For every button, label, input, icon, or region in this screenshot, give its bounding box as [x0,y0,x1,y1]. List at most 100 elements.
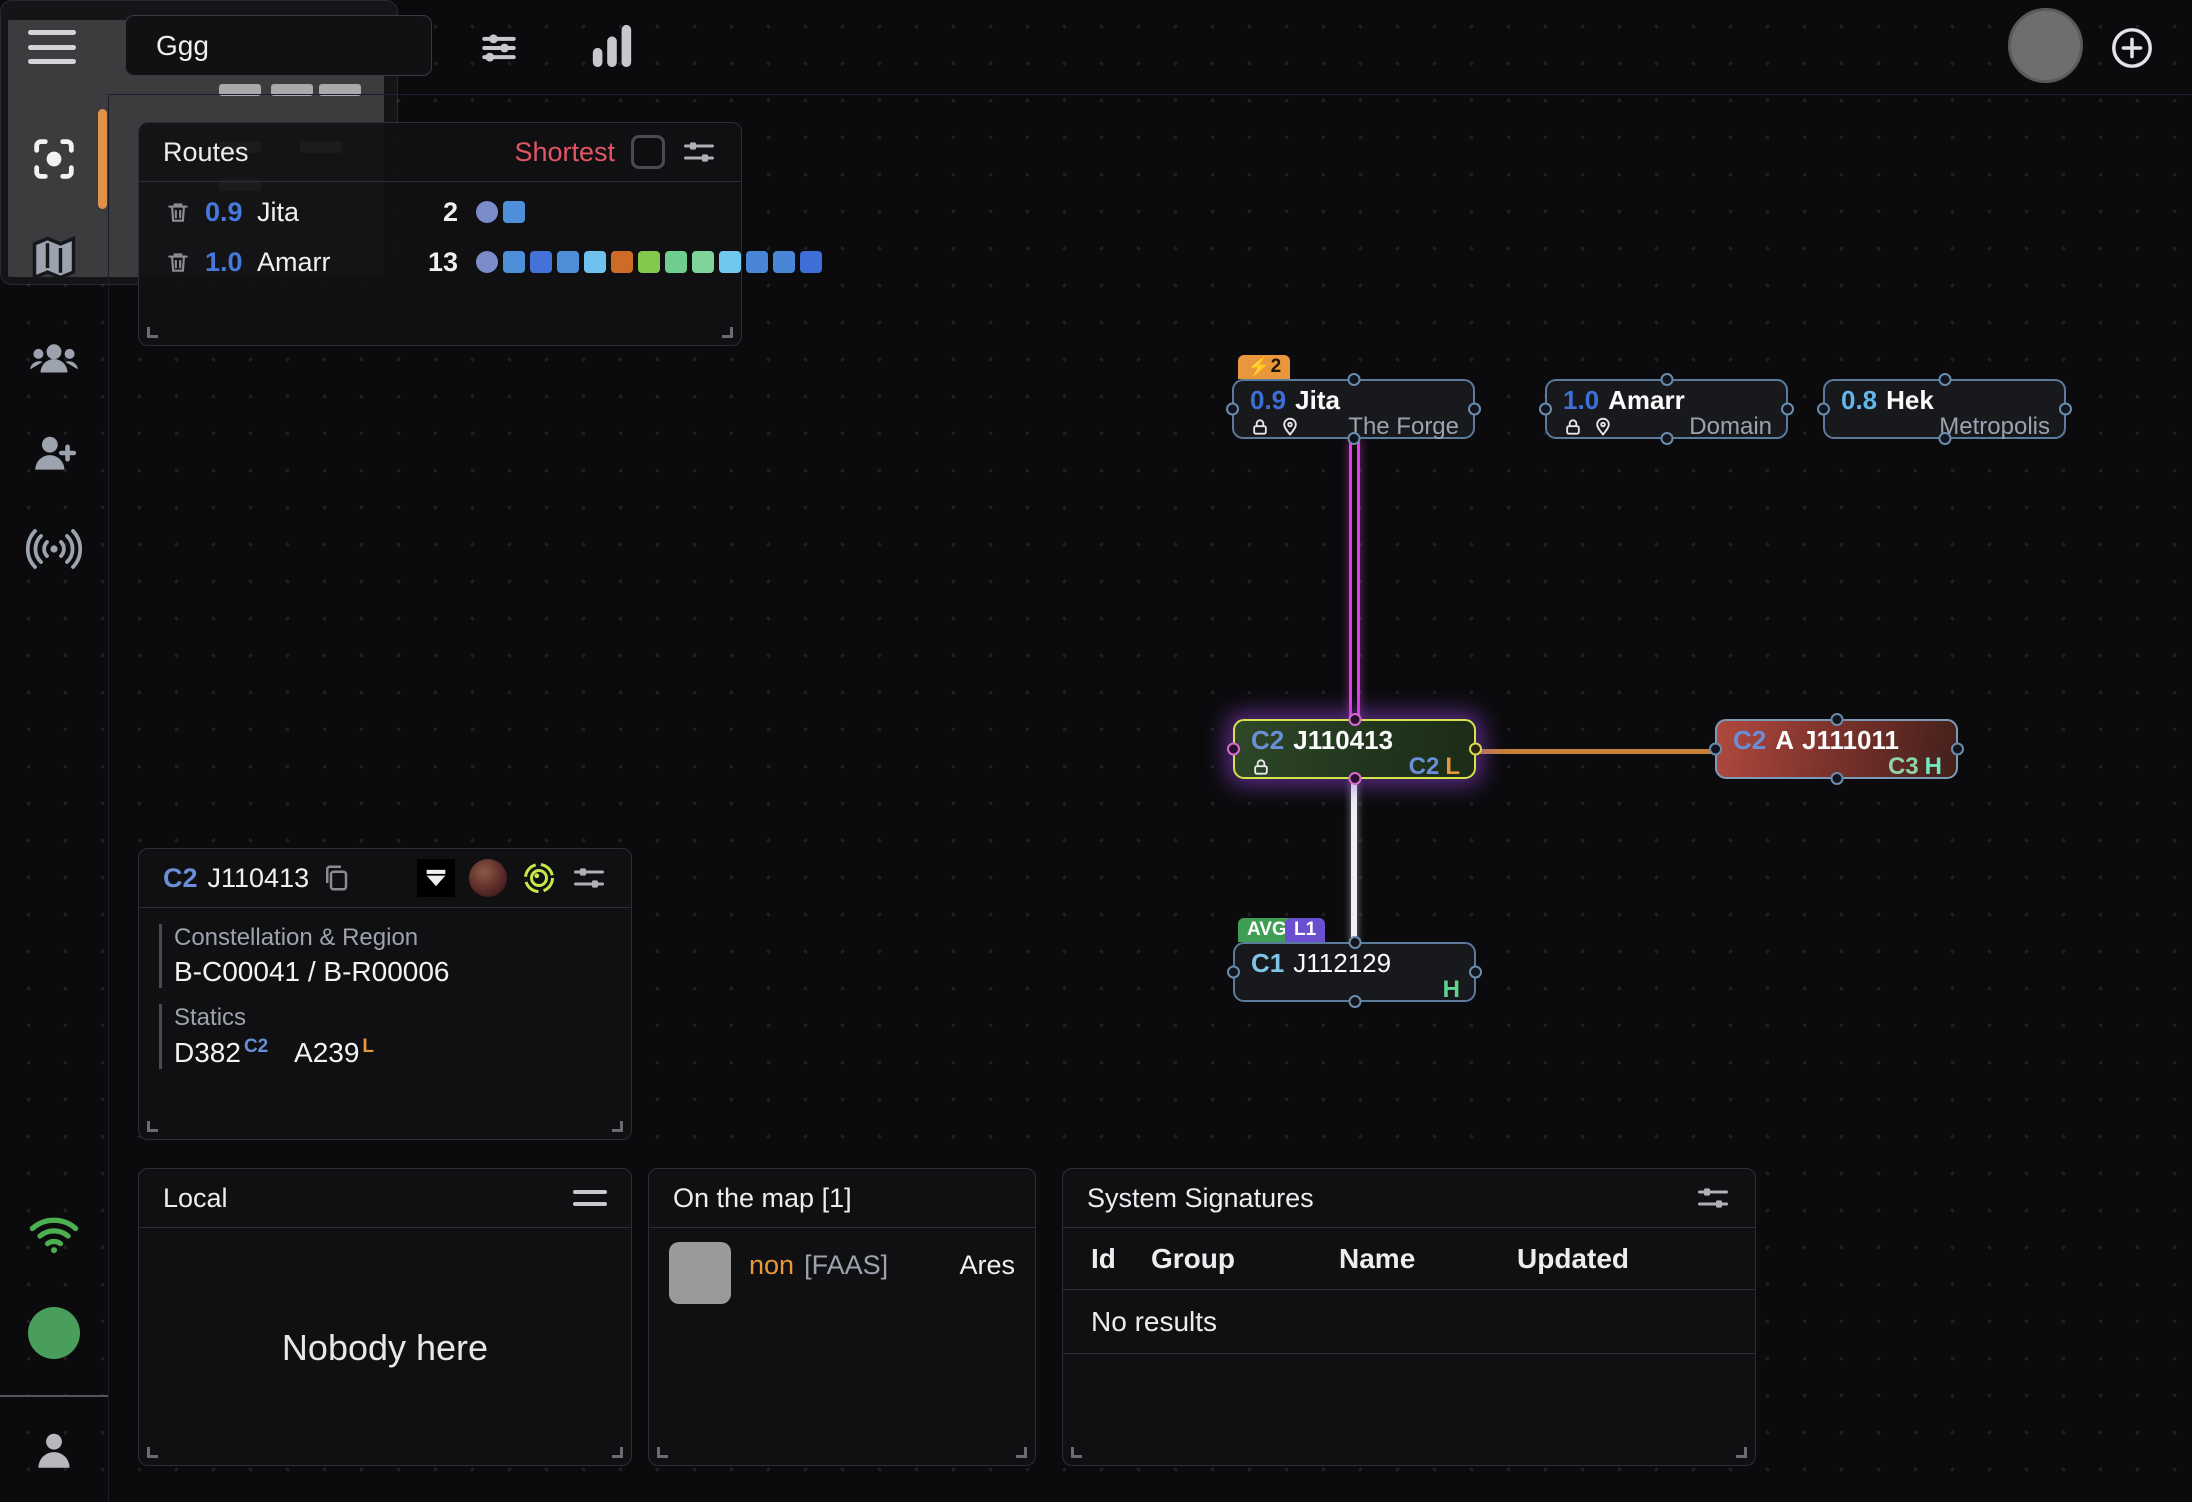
node-handle-bottom[interactable] [1830,772,1843,785]
node-handle-left[interactable] [1817,403,1830,416]
node-handle-left[interactable] [1227,966,1240,979]
node-handle-right[interactable] [1469,966,1482,979]
edge-j110413-j112129[interactable] [1351,779,1357,944]
column-group[interactable]: Group [1151,1243,1339,1275]
node-handle-top[interactable] [1348,713,1361,726]
sidebar-item-add-pilot[interactable] [0,428,108,478]
node-handle-top[interactable] [1830,713,1843,726]
target-spiral-icon[interactable] [521,860,557,896]
map-node-j111011[interactable]: C2 A J111011 C3 H [1715,719,1958,779]
signatures-settings-icon[interactable] [1695,1180,1731,1216]
node-handle-top[interactable] [1347,373,1360,386]
node-handle-right[interactable] [1951,743,1964,756]
static-entry: A239L [294,1037,374,1068]
info-settings-icon[interactable] [571,860,607,896]
resize-corner[interactable] [1071,1447,1082,1458]
sidebar-item-broadcast[interactable] [0,525,108,573]
node-handle-bottom[interactable] [1348,995,1361,1008]
effect-icon[interactable] [417,859,455,897]
map-node-j112129[interactable]: C1 J112129 H [1233,942,1476,1002]
system-signatures-panel: System Signatures Id Group Name Updated … [1062,1168,1756,1466]
column-id[interactable]: Id [1063,1243,1151,1275]
add-character-icon[interactable] [2108,24,2156,72]
node-handle-bottom[interactable] [1348,772,1361,785]
sidebar-item-characters[interactable] [0,333,108,383]
node-handle-right[interactable] [1468,403,1481,416]
wormhole-class: C2 [1733,725,1766,755]
resize-corner[interactable] [1736,1447,1747,1458]
user-avatar[interactable] [2008,8,2083,83]
node-handle-bottom[interactable] [1938,432,1951,445]
node-handle-left[interactable] [1709,743,1722,756]
map-select[interactable]: Ggg [125,15,432,76]
person-icon [29,1425,79,1475]
pilot-row[interactable]: non [FAAS] Ares [649,1228,1035,1304]
route-row-amarr[interactable]: 1.0 Amarr 13 [165,242,741,282]
resize-corner[interactable] [612,1121,623,1132]
map-node-hek[interactable]: 0.8 Hek Metropolis [1823,379,2066,439]
column-updated[interactable]: Updated [1517,1243,1629,1275]
node-handle-left[interactable] [1539,403,1552,416]
shortest-checkbox[interactable] [631,135,665,169]
node-handle-right[interactable] [2059,403,2072,416]
storm-badge: ⚡2 [1238,355,1290,379]
filters-icon[interactable] [475,24,523,72]
map-node-jita[interactable]: 0.9 Jita The Forge [1232,379,1475,439]
signatures-empty-text: No results [1063,1290,1755,1354]
node-handle-left[interactable] [1227,743,1240,756]
node-handle-top[interactable] [1938,373,1951,386]
on-the-map-panel: On the map [1] non [FAAS] Ares [648,1168,1036,1466]
map-select-value: Ggg [156,30,209,62]
sidebar-item-profile[interactable] [0,1425,108,1475]
lock-icon [1563,417,1583,437]
resize-corner[interactable] [612,1447,623,1458]
pilot-ship: Ares [959,1250,1015,1281]
person-plus-icon [28,428,80,478]
security-status: 0.8 [1841,385,1877,415]
activity-chart-icon[interactable] [585,16,639,76]
node-handle-top[interactable] [1348,936,1361,949]
menu-icon[interactable] [28,30,76,64]
static-class: C2 [1409,755,1440,779]
route-row-jita[interactable]: 0.9 Jita 2 [165,192,741,232]
resize-corner[interactable] [657,1447,668,1458]
node-handle-right[interactable] [1781,403,1794,416]
static-class: C3 [1888,755,1919,779]
column-name[interactable]: Name [1339,1243,1517,1275]
sidebar-item-tracking[interactable] [0,133,108,185]
map-node-amarr[interactable]: 1.0 Amarr Domain [1545,379,1788,439]
resize-corner[interactable] [147,1447,158,1458]
edge-j110413-j111011[interactable] [1474,749,1719,754]
local-title: Local [163,1183,228,1214]
edge-jita-j110413[interactable] [1349,440,1360,720]
wanderer-portrait-icon[interactable] [469,859,507,897]
map-icon [28,232,80,284]
route-jump-count: 2 [402,197,458,228]
node-handle-bottom[interactable] [1347,432,1360,445]
copy-icon[interactable] [321,863,351,893]
wormhole-class: C2 [1251,725,1284,755]
online-status-indicator [0,1307,108,1359]
sidebar-item-maps[interactable] [0,232,108,284]
system-info-panel: C2 J110413 Constellation & Region [138,848,632,1140]
l1-badge: L1 [1285,918,1325,942]
connection-status-icon [0,1213,108,1257]
routes-settings-icon[interactable] [681,134,717,170]
routes-panel: Routes Shortest 0.9 Jita 2 1.0 [138,122,742,346]
resize-corner[interactable] [147,327,158,338]
node-handle-right[interactable] [1469,743,1482,756]
static-security: L [1445,755,1460,779]
map-node-j110413[interactable]: C2 J110413 C2 L [1233,719,1476,779]
statics-label: Statics [174,1004,631,1032]
delete-route-icon[interactable] [165,248,191,276]
route-destination: Amarr [257,247,331,278]
resize-corner[interactable] [147,1121,158,1132]
resize-corner[interactable] [722,327,733,338]
node-handle-top[interactable] [1660,373,1673,386]
local-menu-icon[interactable] [573,1190,607,1206]
broadcast-icon [26,525,82,573]
resize-corner[interactable] [1016,1447,1027,1458]
node-handle-left[interactable] [1226,403,1239,416]
delete-route-icon[interactable] [165,198,191,226]
node-handle-bottom[interactable] [1660,432,1673,445]
